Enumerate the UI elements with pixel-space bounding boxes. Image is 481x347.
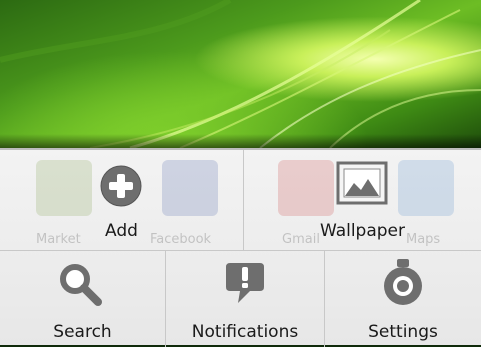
notification-alert-icon — [226, 263, 264, 303]
options-menu: Market Facebook Gmail Maps Add Wallpaper — [0, 148, 481, 347]
wallpaper-label: Wallpaper — [319, 221, 406, 241]
picture-icon — [336, 161, 388, 205]
notifications-label: Notifications — [191, 322, 299, 342]
add-circle-icon — [100, 165, 142, 207]
wallpaper-menu-item[interactable]: Wallpaper — [244, 150, 481, 250]
settings-label: Settings — [368, 322, 438, 342]
menu-row-2: Search Notifications Settings — [0, 251, 481, 347]
search-icon — [60, 264, 102, 306]
search-menu-item[interactable]: Search — [0, 251, 165, 347]
add-label: Add — [105, 221, 138, 241]
search-label: Search — [53, 322, 112, 342]
menu-row-1: Add Wallpaper — [0, 150, 481, 251]
settings-icon — [384, 259, 422, 305]
settings-menu-item[interactable]: Settings — [325, 251, 481, 347]
add-menu-item[interactable]: Add — [0, 150, 243, 250]
home-wallpaper — [0, 0, 481, 148]
notifications-menu-item[interactable]: Notifications — [166, 251, 324, 347]
